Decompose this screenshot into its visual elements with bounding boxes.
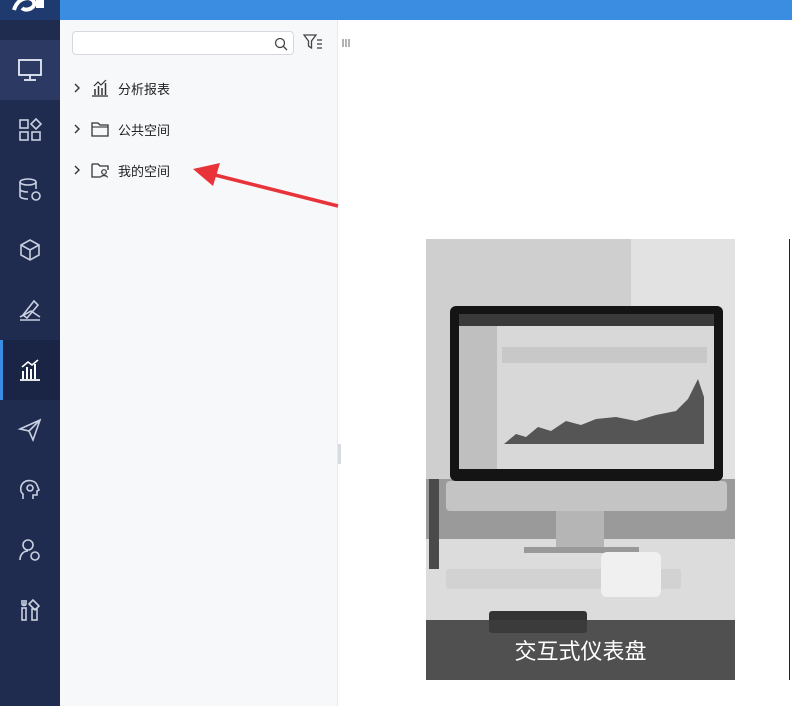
annotation-arrow-icon	[193, 163, 339, 208]
tree-item-label: 我的空间	[118, 164, 171, 180]
desktop-icon	[18, 59, 42, 81]
nav-desktop[interactable]	[0, 40, 60, 100]
nav-edit[interactable]	[0, 280, 60, 340]
folder-icon	[90, 120, 110, 138]
database-settings-icon	[19, 178, 41, 201]
next-card-edge	[789, 239, 790, 680]
dashboard-template-card[interactable]: 交互式仪表盘	[426, 239, 735, 680]
nav-data[interactable]	[0, 160, 60, 220]
chevron-right-icon[interactable]	[72, 83, 82, 93]
search-box	[72, 31, 294, 55]
pen-edit-icon	[19, 299, 41, 321]
chevron-right-icon[interactable]	[72, 165, 82, 175]
user-folder-icon	[90, 161, 110, 179]
user-settings-icon	[19, 539, 40, 561]
sidebar-resize-handle[interactable]	[338, 444, 341, 464]
tree-item-public-space[interactable]: 公共空间	[72, 118, 170, 140]
widgets-icon	[19, 117, 43, 141]
nav-tools[interactable]	[0, 580, 60, 640]
tree-item-label: 分析报表	[118, 82, 171, 98]
logo-icon	[12, 0, 44, 12]
search-input[interactable]	[79, 34, 273, 54]
filter-icon[interactable]	[302, 33, 323, 55]
nav-analysis[interactable]	[0, 340, 60, 400]
nav-send[interactable]	[0, 400, 60, 460]
tools-icon	[21, 598, 41, 621]
nav-widgets[interactable]	[0, 100, 60, 160]
search-icon[interactable]	[274, 36, 288, 55]
tree-item-my-space[interactable]: 我的空间	[72, 159, 170, 181]
app-logo[interactable]	[0, 0, 60, 20]
chevron-right-icon[interactable]	[72, 124, 82, 134]
nav-rail	[0, 20, 60, 706]
nav-cube[interactable]	[0, 220, 60, 280]
nav-intelligence[interactable]	[0, 460, 60, 520]
monitor-photo	[426, 239, 735, 680]
tree-item-label: 公共空间	[118, 123, 171, 139]
resource-sidebar: 分析报表 公共空间 我的空间	[60, 20, 338, 706]
cube-icon	[20, 239, 40, 261]
panel-grip-icon[interactable]	[342, 33, 350, 52]
bar-chart-icon	[90, 79, 110, 97]
tree-item-reports[interactable]: 分析报表	[72, 77, 170, 99]
send-icon	[17, 418, 42, 443]
head-settings-icon	[19, 479, 41, 499]
chart-analysis-icon	[20, 359, 40, 381]
nav-user-settings[interactable]	[0, 520, 60, 580]
card-caption: 交互式仪表盘	[426, 620, 735, 680]
top-bar	[0, 0, 792, 20]
